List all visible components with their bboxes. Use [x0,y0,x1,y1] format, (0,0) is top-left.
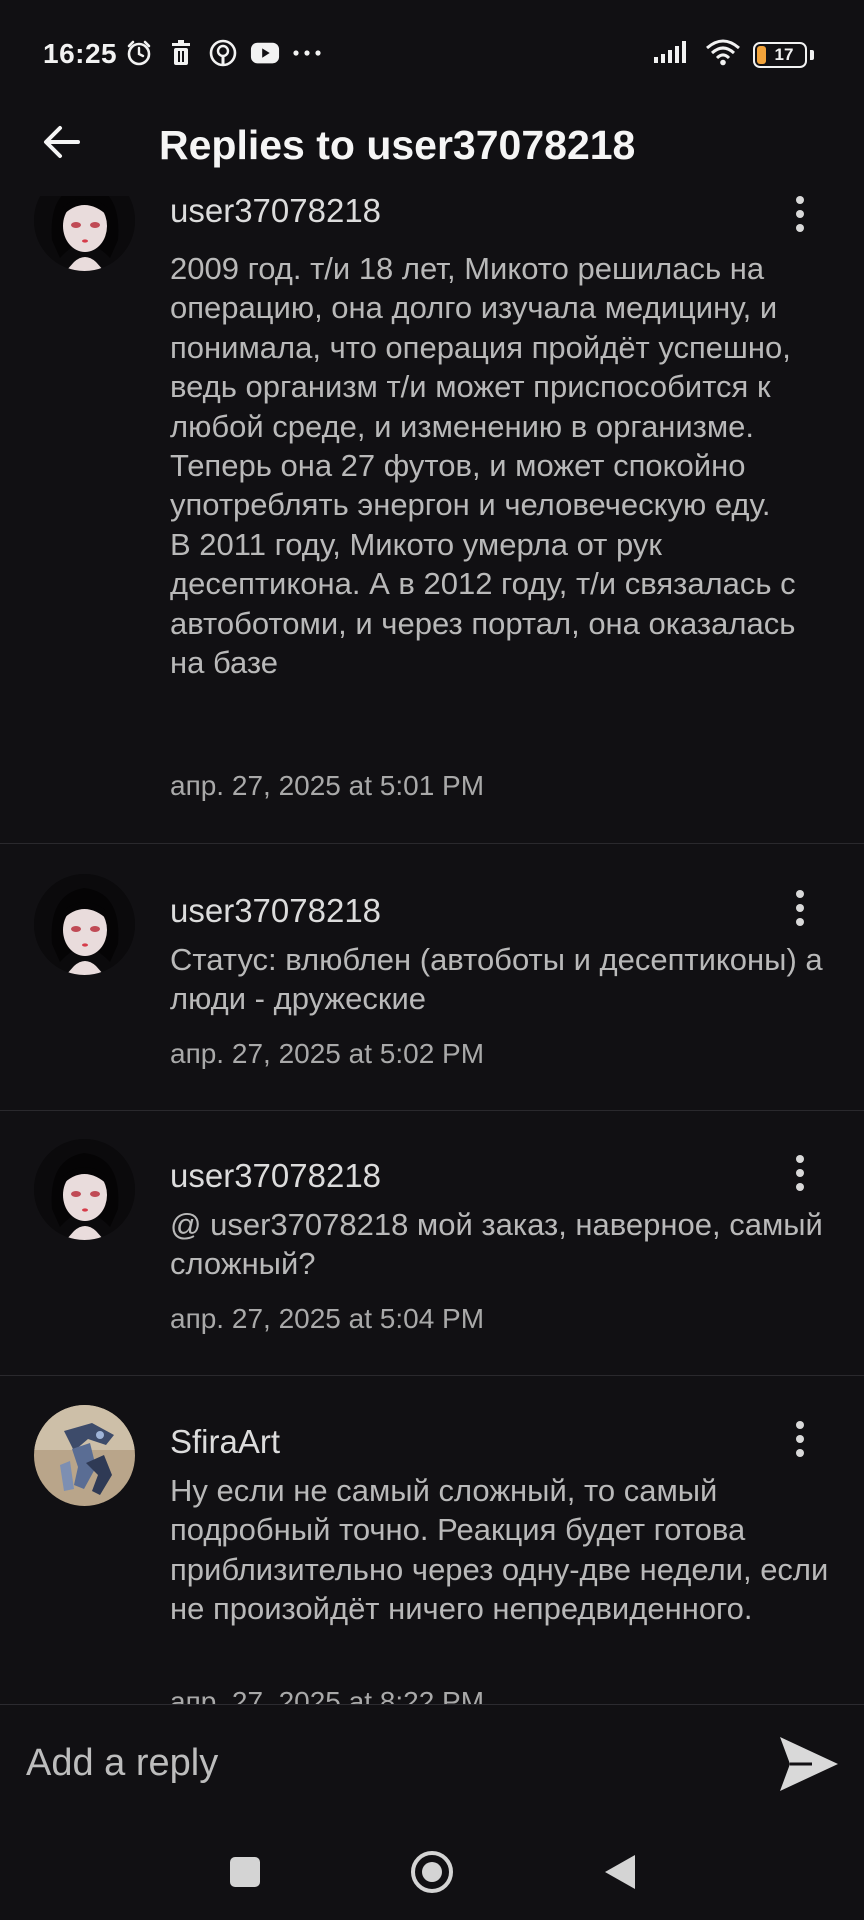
back-nav-button[interactable] [590,1842,650,1902]
home-button[interactable] [402,1842,462,1902]
status-icons-left [124,38,322,68]
comment-username[interactable]: user37078218 [170,1157,381,1195]
divider [0,843,864,844]
status-icons-right: 17 [653,38,814,71]
status-time: 16:25 [43,38,118,69]
alarm-icon [124,38,154,68]
more-options-button[interactable] [784,196,816,238]
battery-level [757,45,766,64]
reply-input[interactable] [26,1733,746,1793]
replies-list[interactable]: user37078218 2009 год. т/и 18 лет, Микот… [0,196,864,1704]
avatar[interactable] [34,1405,135,1506]
send-icon [780,1737,838,1791]
send-button[interactable] [774,1729,844,1799]
avatar[interactable] [34,874,135,975]
divider [0,1110,864,1111]
recents-button[interactable] [215,1842,275,1902]
more-options-button[interactable] [784,884,816,932]
status-bar: 16:25 17 [0,0,864,106]
battery-tip [810,49,814,60]
comment-timestamp: апр. 27, 2025 at 5:01 PM [170,770,485,801]
divider [0,1375,864,1376]
comment-text: @ user37078218 мой заказ, наверное, самы… [170,1207,823,1282]
recents-square-icon [230,1857,260,1887]
comment-text: Статус: влюблен (автоботы и десептиконы)… [170,942,823,1017]
back-button[interactable] [36,116,88,168]
robot-art-avatar [34,1405,135,1506]
more-dots-icon [292,38,322,68]
avatar[interactable] [34,196,135,271]
youtube-icon [250,38,280,68]
more-options-button[interactable] [784,1149,816,1197]
signal-icon [653,39,693,70]
comment-timestamp: апр. 27, 2025 at 5:02 PM [170,1038,485,1069]
back-triangle-icon [605,1855,635,1889]
system-nav-bar [0,1822,864,1920]
arrow-left-icon [44,126,80,158]
anime-girl-avatar [34,196,135,271]
comment-username[interactable]: user37078218 [170,892,381,930]
avatar[interactable] [34,1139,135,1240]
comment-username[interactable]: user37078218 [170,196,381,230]
comment-timestamp: апр. 27, 2025 at 8:22 PM [170,1686,485,1704]
anime-girl-avatar [34,1139,135,1240]
comment-text: Ну если не самый сложный, то самый подро… [170,1473,829,1627]
wifi-icon [705,38,741,71]
battery-icon: 17 [753,41,807,68]
podcast-icon [208,38,238,68]
delete-icon [166,38,196,68]
reply-bar [0,1704,864,1822]
more-options-button[interactable] [784,1415,816,1463]
page-title: Replies to user37078218 [159,122,636,168]
comment-timestamp: апр. 27, 2025 at 5:04 PM [170,1303,485,1334]
replies-screen: 16:25 17 Replies to user37078218 user370… [0,0,864,1920]
home-circle-icon [411,1851,453,1893]
anime-girl-avatar [34,874,135,975]
comment-text: 2009 год. т/и 18 лет, Микото решилась на… [170,251,796,681]
comment-username[interactable]: SfiraArt [170,1423,280,1461]
battery-percent: 17 [774,44,794,64]
